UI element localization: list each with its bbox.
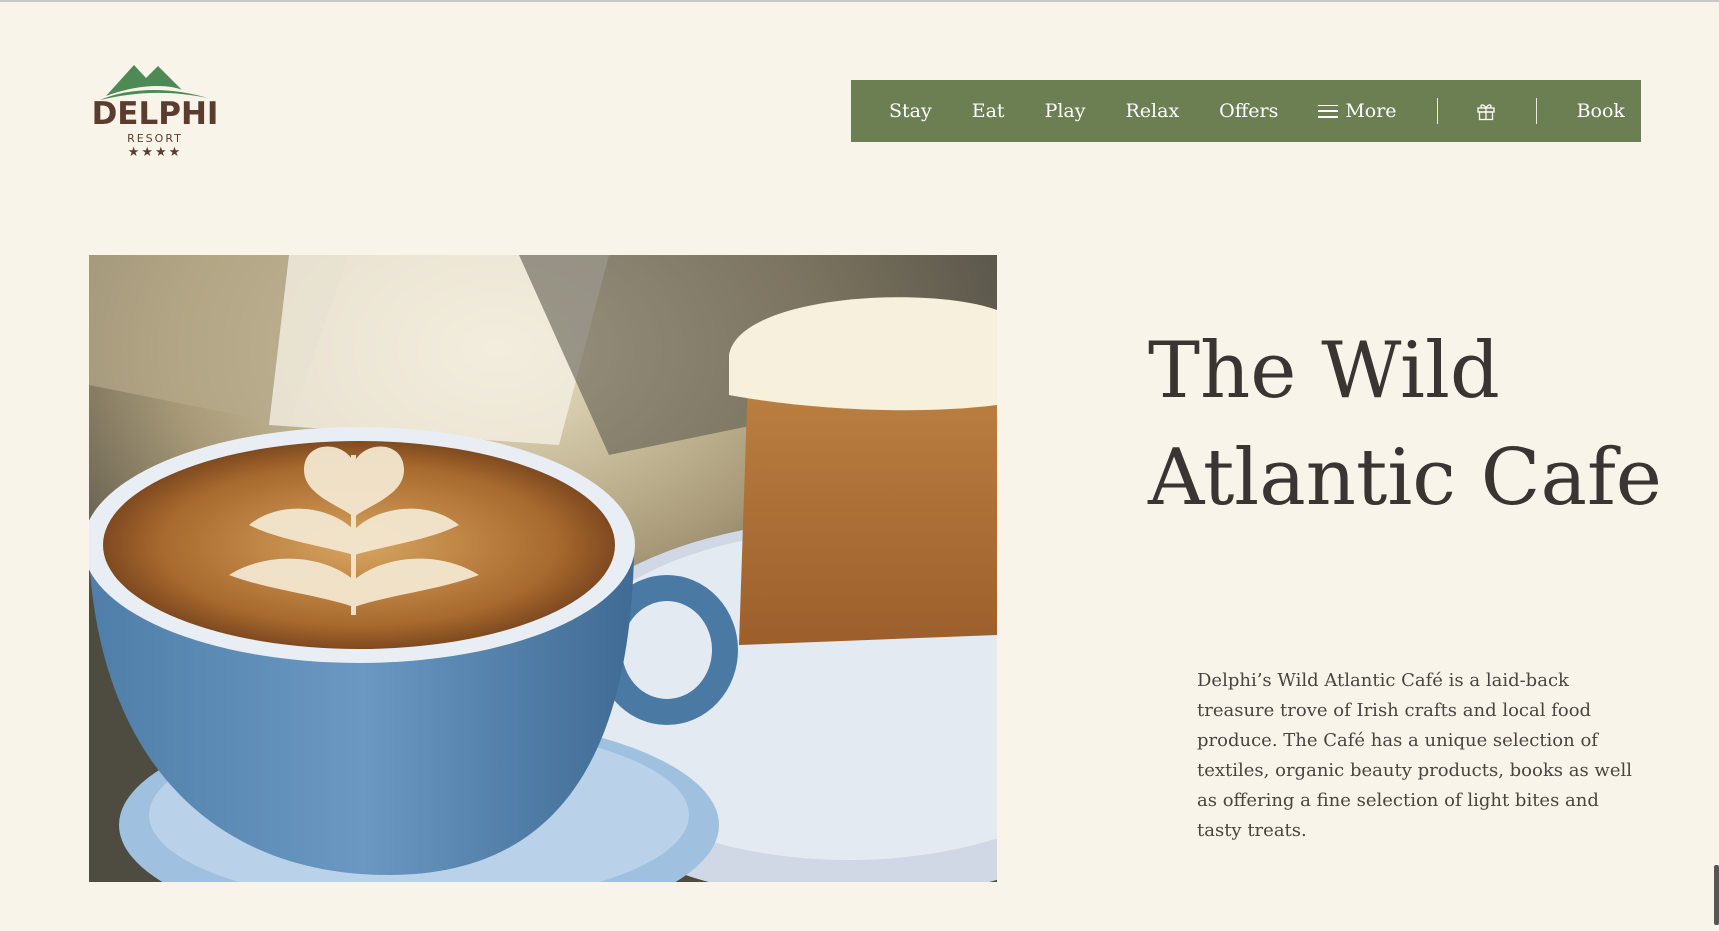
hero-image: [89, 255, 997, 882]
nav-item-eat[interactable]: Eat: [972, 100, 1005, 122]
latte-and-cake-photo: [89, 255, 997, 882]
top-border: [0, 0, 1719, 2]
nav-divider: [1436, 98, 1438, 124]
nav-item-play[interactable]: Play: [1045, 100, 1086, 122]
nav-item-stay[interactable]: Stay: [889, 100, 932, 122]
hamburger-menu-icon: [1318, 104, 1339, 118]
page-description: Delphi’s Wild Atlantic Café is a laid-ba…: [1197, 670, 1632, 841]
nav-item-offers[interactable]: Offers: [1219, 100, 1278, 122]
gift-voucher-button[interactable]: [1476, 101, 1496, 121]
logo-wordmark: DELPHI: [91, 96, 219, 132]
nav-divider: [1535, 98, 1537, 124]
page-title: The Wild Atlantic Cafe: [1148, 326, 1662, 523]
scrollbar-thumb[interactable]: [1714, 865, 1719, 925]
nav-item-relax[interactable]: Relax: [1126, 100, 1180, 122]
delphi-resort-logo[interactable]: DELPHI RESORT ★★★★: [88, 60, 222, 164]
logo-subtitle: RESORT: [127, 132, 183, 145]
main-navigation: Stay Eat Play Relax Offers More Book: [851, 80, 1641, 142]
book-button[interactable]: Book: [1577, 100, 1625, 122]
nav-more-label: More: [1345, 100, 1397, 122]
gift-icon: [1476, 104, 1495, 121]
nav-more-button[interactable]: More: [1318, 100, 1397, 122]
logo-stars: ★★★★: [127, 145, 183, 160]
